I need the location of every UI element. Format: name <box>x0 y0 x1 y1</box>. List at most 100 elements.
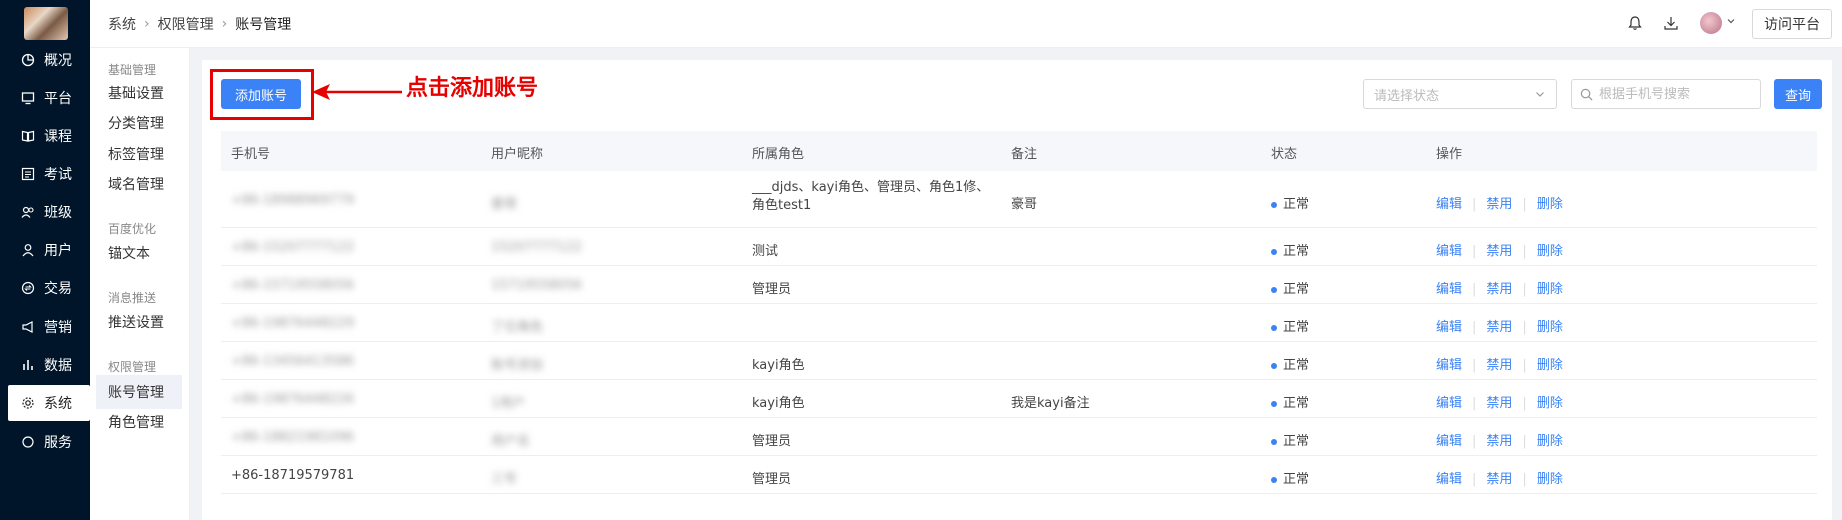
table-row: +86-15207777122 15207777122 测试 正常 编辑 | 禁用 | 删除 <box>221 228 1817 266</box>
phone-cell: +86-15207777122 <box>231 240 355 255</box>
table-row: +86-18719579781 三号 管理员 正常 编辑 | 禁用 | 删除 <box>221 456 1817 494</box>
nav-item-label: 交易 <box>44 281 72 297</box>
nav-item-label: 服务 <box>44 435 72 451</box>
role-cell: kayi角色 <box>752 396 805 411</box>
download-icon[interactable] <box>1662 14 1680 32</box>
search-field[interactable] <box>1571 79 1761 109</box>
submenu-item[interactable]: 账号管理 <box>96 375 182 409</box>
nickname-cell: 账号添加 <box>491 358 544 373</box>
edit-link[interactable]: 编辑 <box>1436 434 1462 449</box>
trade-icon <box>20 280 36 296</box>
table-row: +86-19876448229 了位角色 正常 编辑 | 禁用 | 删除 <box>221 304 1817 342</box>
remark-cell: 我是kayi备注 <box>1011 396 1090 411</box>
edit-link[interactable]: 编辑 <box>1436 396 1462 411</box>
edit-link[interactable]: 编辑 <box>1436 472 1462 487</box>
nav-item-label: 概况 <box>44 53 72 69</box>
status-select[interactable]: 请选择状态 <box>1363 79 1557 109</box>
role-cell: kayi角色 <box>752 358 805 373</box>
secondary-menu: 基础管理 基础设置 分类管理 标签管理 域名管理 百度优化 锚文本 消息推送 推送设置 权限管理账… <box>90 48 190 520</box>
phone-cell: +86-18821981096 <box>231 430 355 445</box>
nickname-cell: 15207777122 <box>491 240 582 255</box>
delete-link[interactable]: 删除 <box>1537 434 1563 449</box>
action-divider: | <box>1472 358 1477 373</box>
status-dot-icon <box>1271 324 1277 331</box>
breadcrumb: 系统 › 权限管理 › 账号管理 <box>108 14 291 34</box>
disable-link[interactable]: 禁用 <box>1486 282 1512 297</box>
nav-item[interactable]: 数据 <box>0 347 90 383</box>
disable-link[interactable]: 禁用 <box>1486 358 1512 373</box>
edit-link[interactable]: 编辑 <box>1436 282 1462 297</box>
action-divider: | <box>1472 197 1477 212</box>
nav-item[interactable]: 平台 <box>0 80 90 116</box>
top-header: 系统 › 权限管理 › 账号管理 访问平台 <box>90 0 1842 48</box>
bar-chart-icon <box>20 357 36 373</box>
nav-item-label: 数据 <box>44 358 72 374</box>
phone-cell: +86-15719558056 <box>231 278 355 293</box>
nav-item[interactable]: 系统 <box>8 385 90 421</box>
delete-link[interactable]: 删除 <box>1537 197 1563 212</box>
disable-link[interactable]: 禁用 <box>1486 197 1512 212</box>
visit-platform-button[interactable]: 访问平台 <box>1752 9 1832 39</box>
nav-item[interactable]: 营销 <box>0 309 90 345</box>
delete-link[interactable]: 删除 <box>1537 472 1563 487</box>
action-divider: | <box>1472 320 1477 335</box>
edit-link[interactable]: 编辑 <box>1436 197 1462 212</box>
role-cell: ___djds、kayi角色、管理员、角色1修、角色test1 <box>752 180 990 213</box>
delete-link[interactable]: 删除 <box>1537 244 1563 259</box>
delete-link[interactable]: 删除 <box>1537 320 1563 335</box>
action-divider: | <box>1522 472 1527 487</box>
delete-link[interactable]: 删除 <box>1537 396 1563 411</box>
row-actions: 编辑 | 禁用 | 删除 <box>1436 278 1563 297</box>
action-divider: | <box>1472 396 1477 411</box>
add-account-button[interactable]: 添加账号 <box>221 79 301 109</box>
disable-link[interactable]: 禁用 <box>1486 244 1512 259</box>
column-header: 所属角色 <box>752 147 805 162</box>
action-divider: | <box>1472 472 1477 487</box>
nav-item[interactable]: 概况 <box>0 42 90 78</box>
query-button[interactable]: 查询 <box>1774 79 1822 109</box>
edit-link[interactable]: 编辑 <box>1436 358 1462 373</box>
status-badge: 正常 <box>1271 354 1309 373</box>
delete-link[interactable]: 删除 <box>1537 358 1563 373</box>
arrow-left-icon <box>312 84 402 100</box>
submenu-group-title: 消息推送 <box>108 291 157 305</box>
edit-link[interactable]: 编辑 <box>1436 244 1462 259</box>
role-cell: 管理员 <box>752 434 792 449</box>
bell-icon[interactable] <box>1626 14 1644 32</box>
action-divider: | <box>1472 434 1477 449</box>
breadcrumb-item[interactable]: 权限管理 <box>158 14 214 34</box>
nickname-cell: 用户名 <box>491 434 531 449</box>
chevron-down-icon[interactable] <box>1726 16 1736 26</box>
nav-item[interactable]: 课程 <box>0 118 90 154</box>
nav-item[interactable]: 班级 <box>0 194 90 230</box>
nav-item[interactable]: 服务 <box>0 424 90 460</box>
status-text: 正常 <box>1283 244 1310 259</box>
status-dot-icon <box>1271 286 1277 293</box>
status-badge: 正常 <box>1271 392 1309 411</box>
action-divider: | <box>1522 244 1527 259</box>
breadcrumb-item[interactable]: 系统 <box>108 14 136 34</box>
main-panel: 添加账号 点击添加账号 请选择状态 查询 手机号 用户昵称 所属角色 备注 状态… <box>202 60 1832 520</box>
monitor-icon <box>20 90 36 106</box>
nav-item-label: 课程 <box>44 129 72 145</box>
edit-link[interactable]: 编辑 <box>1436 320 1462 335</box>
nav-item[interactable]: 用户 <box>0 232 90 268</box>
search-icon <box>1580 88 1593 100</box>
main-sidebar: 概况平台课程考试 班级 用户交易营销数据系统服务 <box>0 0 90 520</box>
action-divider: | <box>1522 282 1527 297</box>
disable-link[interactable]: 禁用 <box>1486 472 1512 487</box>
table-header: 手机号 用户昵称 所属角色 备注 状态 操作 <box>221 131 1817 171</box>
nickname-cell: 了位角色 <box>491 320 544 335</box>
disable-link[interactable]: 禁用 <box>1486 434 1512 449</box>
nav-item[interactable]: 考试 <box>0 156 90 192</box>
nav-item[interactable]: 交易 <box>0 270 90 306</box>
delete-link[interactable]: 删除 <box>1537 282 1563 297</box>
disable-link[interactable]: 禁用 <box>1486 396 1512 411</box>
table-row: +86-13456413586 账号添加 kayi角色 正常 编辑 | 禁用 | 删除 <box>221 342 1817 380</box>
submenu-group-title: 权限管理 <box>108 360 157 374</box>
search-input[interactable] <box>1599 86 1749 102</box>
avatar[interactable] <box>1700 12 1722 34</box>
disable-link[interactable]: 禁用 <box>1486 320 1512 335</box>
service-icon <box>20 434 36 450</box>
book-icon <box>20 128 36 144</box>
